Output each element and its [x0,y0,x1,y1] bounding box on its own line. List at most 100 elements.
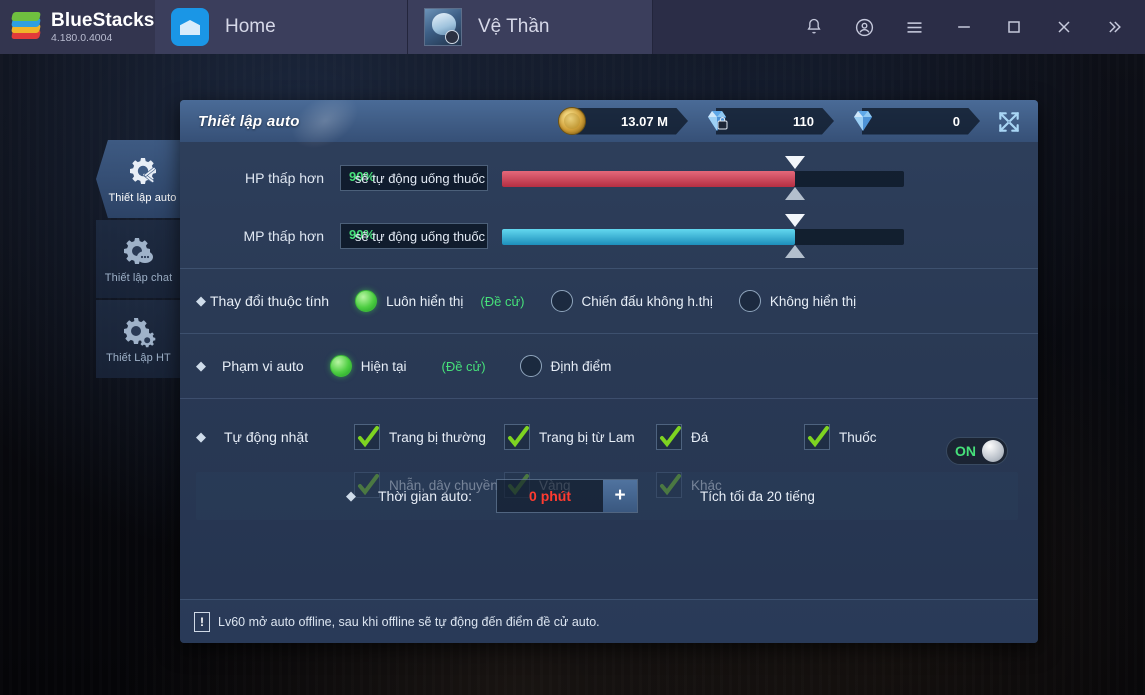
radio-always-show[interactable] [355,290,378,312]
auto-settings-dialog: Thiết lập auto 13.07 M 110 0 HP thấp hơn… [180,100,1038,643]
footer-note: Lv60 mở auto offline, sau khi offline sẽ… [218,614,600,629]
hp-threshold-hint: sẽ tự động uống thuốc [354,170,486,186]
auto-time-stepper[interactable]: 0 phút + [496,479,639,513]
gear-chat-icon [122,235,156,269]
dialog-title: Thiết lập auto [198,112,300,130]
checkbox-normal-gear[interactable]: Trang bị thường [354,424,504,450]
expand-arrows-icon[interactable] [994,107,1024,137]
option-current-area[interactable]: Hiện tại (Đề cử) [329,355,486,377]
mp-threshold-input[interactable]: 90% sẽ tự động uống thuốc [340,223,488,249]
sidebar-item-label: Thiết lập auto [108,191,177,204]
auto-time-note: Tích tối đa 20 tiếng [700,488,815,504]
toggle-label: ON [955,443,976,459]
dialog-header: Thiết lập auto 13.07 M 110 0 [180,100,1038,142]
gold-coin-icon [558,107,586,135]
auto-pickup-toggle[interactable]: ON [946,437,1008,465]
maximize-icon[interactable] [989,0,1039,54]
diamond-icon [848,108,878,134]
option-never-show[interactable]: Không hiển thị [738,290,857,312]
checkbox-potion[interactable]: Thuốc [804,424,877,450]
checkbox-box[interactable] [804,424,830,450]
mp-label: MP thấp hơn [243,228,324,244]
settings-tab-strip: ➤ Thiết lập auto Thiết lậ [96,140,181,380]
minimize-icon[interactable] [939,0,989,54]
hp-threshold-input[interactable]: 90% sẽ tự động uống thuốc [340,165,488,191]
titlebar-controls [789,0,1145,54]
sidebar-item-ht-settings[interactable]: Thiết Lập HT [96,300,181,378]
option-label: Luôn hiển thị [386,293,464,309]
radio-current-area[interactable] [329,355,352,377]
option-hide-in-combat[interactable]: Chiến đấu không h.thị [550,290,713,312]
hp-slider-thumb-bottom[interactable] [785,187,806,200]
attribute-display-title: Thay đổi thuộc tính [210,293,330,309]
gear-double-icon [122,315,156,349]
mp-slider-thumb-bottom[interactable] [785,245,806,258]
auto-time-plus-button[interactable]: + [603,480,638,512]
checkbox-box[interactable] [504,424,530,450]
option-label: Hiện tại [360,358,407,374]
bullet-diamond-icon: ◆ [196,429,206,444]
toggle-knob[interactable] [982,440,1004,462]
sidebar-item-auto-settings[interactable]: ➤ Thiết lập auto [96,140,181,218]
tab-home[interactable]: Home [155,0,408,54]
checkbox-blue-gear[interactable]: Trang bị từ Lam [504,424,656,450]
checkbox-label: Thuốc [839,429,877,445]
radio-never-show[interactable] [738,290,761,312]
checkbox-label: Trang bị thường [389,429,486,445]
hp-slider-thumb-top[interactable] [785,156,806,169]
hp-slider[interactable] [502,156,904,200]
checkbox-label: Đá [691,429,709,445]
checkbox-stone[interactable]: Đá [656,424,804,450]
auto-range-title: Phạm vi auto [222,358,304,374]
hp-slider-fill [502,171,796,187]
more-icon[interactable] [1089,0,1139,54]
auto-pickup-title: Tự động nhặt [224,429,309,445]
bullet-diamond-icon: ◆ [196,358,206,373]
bluestacks-brand: BlueStacks 4.180.0.4004 [0,0,155,54]
bullet-diamond-icon: ◆ [346,488,356,503]
mp-threshold-hint: sẽ tự động uống thuốc [354,228,486,244]
exclamation-icon: ! [194,611,210,632]
gear-sword-icon [126,155,160,189]
notifications-icon[interactable] [789,0,839,54]
bound-diamond-value: 110 [793,113,814,129]
tab-game[interactable]: Vệ Thần [408,0,653,54]
checkbox-box[interactable] [656,424,682,450]
bullet-diamond-icon: ◆ [196,293,206,308]
tab-home-label: Home [225,16,276,37]
mp-slider-thumb-top[interactable] [785,214,806,227]
recommended-tag: (Đề cử) [480,293,525,309]
dialog-footer: ! Lv60 mở auto offline, sau khi offline … [180,599,1038,643]
option-label: Chiến đấu không h.thị [581,293,713,309]
recommended-tag: (Đề cử) [441,358,486,374]
mp-slider[interactable] [502,214,904,258]
checkbox-box[interactable] [354,424,380,450]
radio-fixed-point[interactable] [519,355,542,377]
auto-time-value: 0 phút [529,488,572,504]
tab-game-label: Vệ Thần [478,16,550,37]
resource-gold[interactable]: 13.07 M [558,106,688,136]
option-label: Định điểm [550,358,612,374]
sidebar-item-label: Thiết lập chat [104,271,173,284]
resource-bound-diamond[interactable]: 110 [702,106,834,136]
option-always-show[interactable]: Luôn hiển thị (Đề cử) [355,290,525,312]
option-label: Không hiển thị [769,293,857,309]
close-icon[interactable] [1039,0,1089,54]
home-icon [171,8,209,46]
resource-diamond[interactable]: 0 [848,106,980,136]
radio-hide-in-combat[interactable] [550,290,573,312]
mp-threshold-row: MP thấp hơn 90% sẽ tự động uống thuốc [180,214,1038,258]
hp-label: HP thấp hơn [245,170,324,186]
brand-version: 4.180.0.4004 [51,31,113,44]
attribute-display-row: ◆ Thay đổi thuộc tính Luôn hiển thị (Đề … [180,269,1038,333]
auto-range-row: ◆ Phạm vi auto Hiện tại (Đề cử) Định điể… [180,334,1038,398]
gold-value: 13.07 M [621,113,668,129]
bluestacks-titlebar: BlueStacks 4.180.0.4004 Home Vệ Thần [0,0,1145,54]
sidebar-item-chat-settings[interactable]: Thiết lập chat [96,220,181,298]
diamond-value: 0 [952,113,960,129]
option-fixed-point[interactable]: Định điểm [519,355,612,377]
account-icon[interactable] [839,0,889,54]
threshold-section: HP thấp hơn 90% sẽ tự động uống thuốc MP… [180,142,1038,269]
menu-icon[interactable] [889,0,939,54]
attribute-display-section: ◆ Thay đổi thuộc tính Luôn hiển thị (Đề … [180,269,1038,334]
